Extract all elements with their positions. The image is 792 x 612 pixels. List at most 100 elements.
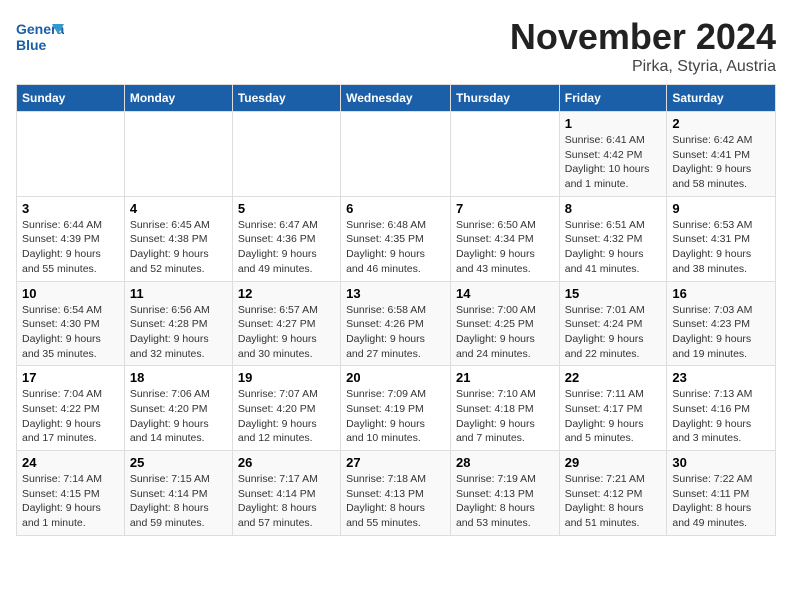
calendar-cell — [450, 112, 559, 197]
calendar-header-monday: Monday — [124, 85, 232, 112]
day-number: 23 — [672, 370, 770, 385]
calendar-cell: 21 Sunrise: 7:10 AM Sunset: 4:18 PM Dayli… — [450, 366, 559, 451]
calendar-week-row: 3 Sunrise: 6:44 AM Sunset: 4:39 PM Daylig… — [17, 196, 776, 281]
calendar-body: 1 Sunrise: 6:41 AM Sunset: 4:42 PM Daylig… — [17, 112, 776, 536]
svg-text:Blue: Blue — [16, 37, 47, 53]
day-number: 24 — [22, 455, 119, 470]
calendar-header-saturday: Saturday — [667, 85, 776, 112]
calendar-cell: 29 Sunrise: 7:21 AM Sunset: 4:12 PM Dayli… — [559, 451, 667, 536]
calendar-cell: 1 Sunrise: 6:41 AM Sunset: 4:42 PM Daylig… — [559, 112, 667, 197]
calendar-cell: 8Sunrise: 6:51 AM Sunset: 4:32 PM Daylig… — [559, 196, 667, 281]
calendar-cell: 5 Sunrise: 6:47 AM Sunset: 4:36 PM Daylig… — [232, 196, 340, 281]
day-number: 25 — [130, 455, 227, 470]
day-number: 13 — [346, 286, 445, 301]
calendar-cell: 25 Sunrise: 7:15 AM Sunset: 4:14 PM Dayli… — [124, 451, 232, 536]
calendar-cell: 16Sunrise: 7:03 AM Sunset: 4:23 PM Dayli… — [667, 281, 776, 366]
calendar-week-row: 10 Sunrise: 6:54 AM Sunset: 4:30 PM Dayli… — [17, 281, 776, 366]
day-number: 15 — [565, 286, 662, 301]
calendar-cell: 28 Sunrise: 7:19 AM Sunset: 4:13 PM Dayli… — [450, 451, 559, 536]
day-number: 4 — [130, 201, 227, 216]
day-number: 9 — [672, 201, 770, 216]
calendar-cell: 26 Sunrise: 7:17 AM Sunset: 4:14 PM Dayli… — [232, 451, 340, 536]
day-number: 21 — [456, 370, 554, 385]
calendar-cell: 23 Sunrise: 7:13 AM Sunset: 4:16 PM Dayli… — [667, 366, 776, 451]
calendar-cell: 2 Sunrise: 6:42 AM Sunset: 4:41 PM Daylig… — [667, 112, 776, 197]
calendar-cell: 6 Sunrise: 6:48 AM Sunset: 4:35 PM Daylig… — [341, 196, 451, 281]
day-number: 1 — [565, 116, 662, 131]
calendar-cell: 12Sunrise: 6:57 AM Sunset: 4:27 PM Dayli… — [232, 281, 340, 366]
day-info: Sunrise: 6:45 AM Sunset: 4:38 PM Dayligh… — [130, 219, 210, 275]
day-info: Sunrise: 6:50 AM Sunset: 4:34 PM Dayligh… — [456, 219, 536, 275]
day-info: Sunrise: 7:04 AM Sunset: 4:22 PM Dayligh… — [22, 388, 102, 444]
calendar-table: SundayMondayTuesdayWednesdayThursdayFrid… — [16, 84, 776, 536]
day-info: Sunrise: 7:10 AM Sunset: 4:18 PM Dayligh… — [456, 388, 536, 444]
calendar-cell — [124, 112, 232, 197]
day-info: Sunrise: 7:17 AM Sunset: 4:14 PM Dayligh… — [238, 473, 318, 529]
day-number: 28 — [456, 455, 554, 470]
calendar-cell: 3 Sunrise: 6:44 AM Sunset: 4:39 PM Daylig… — [17, 196, 125, 281]
day-info: Sunrise: 7:03 AM Sunset: 4:23 PM Dayligh… — [672, 304, 752, 360]
day-number: 27 — [346, 455, 445, 470]
logo: General Blue — [16, 16, 68, 56]
day-info: Sunrise: 7:00 AM Sunset: 4:25 PM Dayligh… — [456, 304, 536, 360]
calendar-cell: 19 Sunrise: 7:07 AM Sunset: 4:20 PM Dayli… — [232, 366, 340, 451]
day-info: Sunrise: 7:14 AM Sunset: 4:15 PM Dayligh… — [22, 473, 102, 529]
day-info: Sunrise: 6:44 AM Sunset: 4:39 PM Dayligh… — [22, 219, 102, 275]
calendar-cell: 11 Sunrise: 6:56 AM Sunset: 4:28 PM Dayli… — [124, 281, 232, 366]
day-info: Sunrise: 6:47 AM Sunset: 4:36 PM Dayligh… — [238, 219, 318, 275]
calendar-cell: 15 Sunrise: 7:01 AM Sunset: 4:24 PM Dayli… — [559, 281, 667, 366]
calendar-cell: 22 Sunrise: 7:11 AM Sunset: 4:17 PM Dayli… — [559, 366, 667, 451]
day-info: Sunrise: 7:15 AM Sunset: 4:14 PM Dayligh… — [130, 473, 210, 529]
day-number: 18 — [130, 370, 227, 385]
day-number: 19 — [238, 370, 335, 385]
calendar-cell: 17Sunrise: 7:04 AM Sunset: 4:22 PM Dayli… — [17, 366, 125, 451]
day-info: Sunrise: 6:48 AM Sunset: 4:35 PM Dayligh… — [346, 219, 426, 275]
month-title: November 2024 — [510, 16, 776, 58]
day-number: 5 — [238, 201, 335, 216]
calendar-header-wednesday: Wednesday — [341, 85, 451, 112]
day-info: Sunrise: 7:13 AM Sunset: 4:16 PM Dayligh… — [672, 388, 752, 444]
day-info: Sunrise: 7:07 AM Sunset: 4:20 PM Dayligh… — [238, 388, 318, 444]
calendar-cell: 30 Sunrise: 7:22 AM Sunset: 4:11 PM Dayli… — [667, 451, 776, 536]
day-info: Sunrise: 6:53 AM Sunset: 4:31 PM Dayligh… — [672, 219, 752, 275]
title-block: November 2024 Pirka, Styria, Austria — [510, 16, 776, 76]
day-info: Sunrise: 7:19 AM Sunset: 4:13 PM Dayligh… — [456, 473, 536, 529]
calendar-week-row: 17Sunrise: 7:04 AM Sunset: 4:22 PM Dayli… — [17, 366, 776, 451]
calendar-cell: 4 Sunrise: 6:45 AM Sunset: 4:38 PM Daylig… — [124, 196, 232, 281]
calendar-cell — [341, 112, 451, 197]
day-info: Sunrise: 7:11 AM Sunset: 4:17 PM Dayligh… — [565, 388, 644, 444]
day-number: 10 — [22, 286, 119, 301]
day-number: 29 — [565, 455, 662, 470]
calendar-week-row: 24 Sunrise: 7:14 AM Sunset: 4:15 PM Dayli… — [17, 451, 776, 536]
day-info: Sunrise: 7:21 AM Sunset: 4:12 PM Dayligh… — [565, 473, 645, 529]
day-info: Sunrise: 7:18 AM Sunset: 4:13 PM Dayligh… — [346, 473, 426, 529]
calendar-week-row: 1 Sunrise: 6:41 AM Sunset: 4:42 PM Daylig… — [17, 112, 776, 197]
calendar-cell: 27 Sunrise: 7:18 AM Sunset: 4:13 PM Dayli… — [341, 451, 451, 536]
day-info: Sunrise: 6:42 AM Sunset: 4:41 PM Dayligh… — [672, 134, 752, 190]
calendar-header-row: SundayMondayTuesdayWednesdayThursdayFrid… — [17, 85, 776, 112]
day-number: 7 — [456, 201, 554, 216]
day-number: 3 — [22, 201, 119, 216]
logo-icon: General Blue — [16, 16, 64, 56]
day-info: Sunrise: 6:41 AM Sunset: 4:42 PM Dayligh… — [565, 134, 650, 190]
calendar-cell: 18Sunrise: 7:06 AM Sunset: 4:20 PM Dayli… — [124, 366, 232, 451]
day-number: 11 — [130, 286, 227, 301]
day-number: 6 — [346, 201, 445, 216]
calendar-cell: 24 Sunrise: 7:14 AM Sunset: 4:15 PM Dayli… — [17, 451, 125, 536]
day-number: 14 — [456, 286, 554, 301]
calendar-cell: 10 Sunrise: 6:54 AM Sunset: 4:30 PM Dayli… — [17, 281, 125, 366]
day-number: 12 — [238, 286, 335, 301]
day-number: 22 — [565, 370, 662, 385]
day-info: Sunrise: 7:22 AM Sunset: 4:11 PM Dayligh… — [672, 473, 752, 529]
calendar-cell: 13Sunrise: 6:58 AM Sunset: 4:26 PM Dayli… — [341, 281, 451, 366]
day-info: Sunrise: 6:56 AM Sunset: 4:28 PM Dayligh… — [130, 304, 210, 360]
calendar-cell — [17, 112, 125, 197]
day-number: 2 — [672, 116, 770, 131]
calendar-header-tuesday: Tuesday — [232, 85, 340, 112]
day-info: Sunrise: 6:54 AM Sunset: 4:30 PM Dayligh… — [22, 304, 102, 360]
calendar-header-friday: Friday — [559, 85, 667, 112]
day-info: Sunrise: 7:01 AM Sunset: 4:24 PM Dayligh… — [565, 304, 645, 360]
day-number: 30 — [672, 455, 770, 470]
day-number: 20 — [346, 370, 445, 385]
day-number: 26 — [238, 455, 335, 470]
